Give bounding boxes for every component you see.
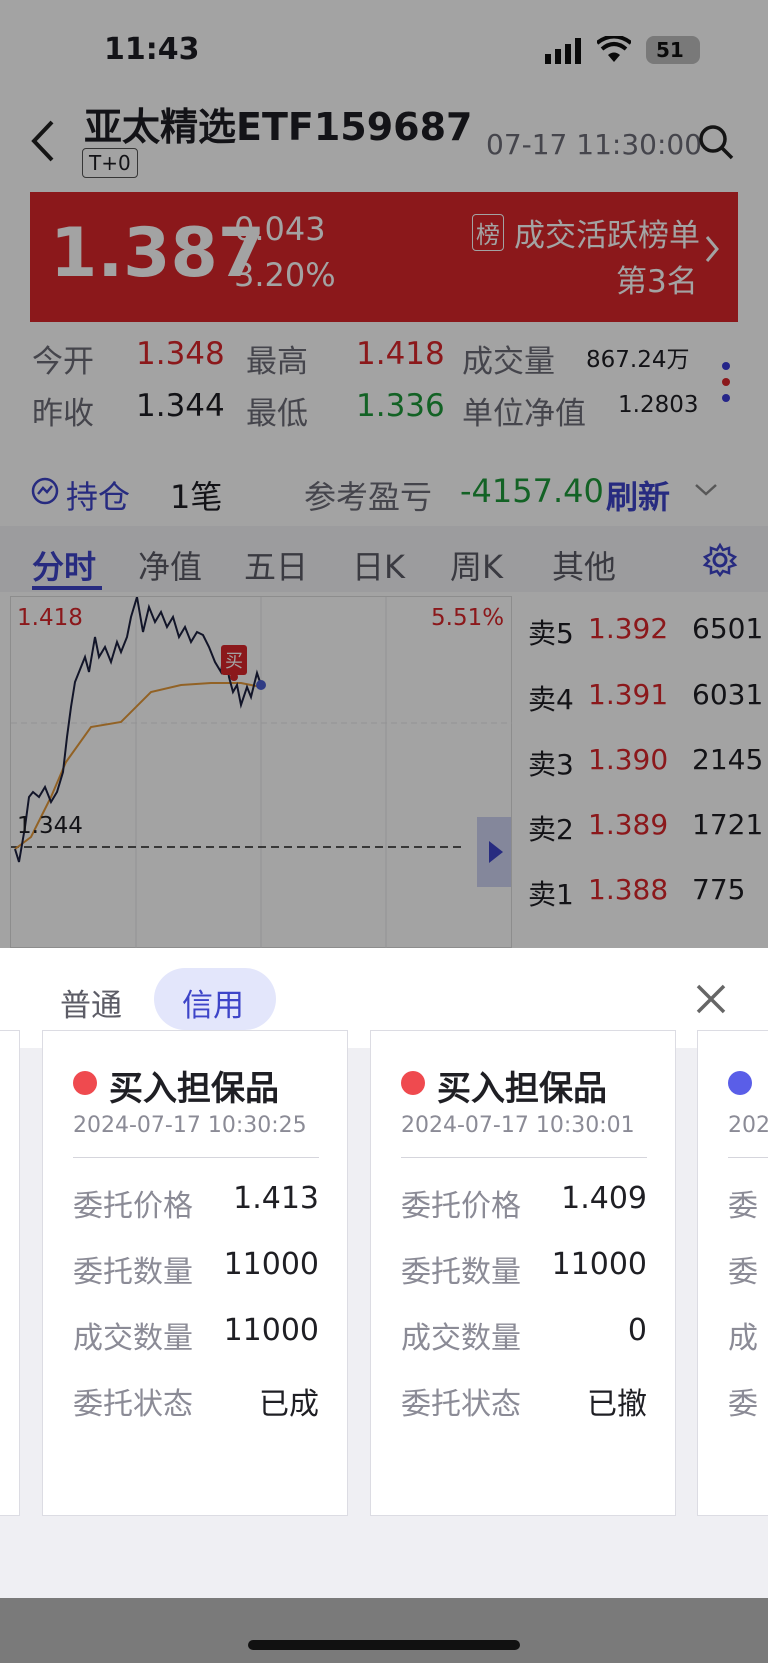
order-card-partial-left[interactable]: [0, 1030, 20, 1516]
status-dot: [73, 1071, 97, 1095]
status-dot: [401, 1071, 425, 1095]
order-card[interactable]: 买入担保品 2024-07-17 10:30:01 委托价格 1.409 委托数量…: [370, 1030, 676, 1516]
modal-backdrop[interactable]: [0, 0, 768, 948]
order-filled-label: 成交数量: [73, 1321, 193, 1356]
order-card[interactable]: 买入担保品 2024-07-17 10:30:25 委托价格 1.413 委托数量…: [42, 1030, 348, 1516]
order-price-label: 委托价格: [73, 1189, 193, 1224]
order-qty-row: 委托数量 11000: [73, 1247, 319, 1291]
order-card-partial-right[interactable]: 202 委 委 成 委: [697, 1030, 768, 1516]
order-qty-row: 委托数量 11000: [401, 1247, 647, 1291]
order-price-row: 委托价格 1.409: [401, 1181, 647, 1225]
order-time-fragment: 202: [728, 1113, 768, 1138]
label-fragment: 委: [728, 1387, 758, 1422]
bottom-backdrop: [0, 1598, 768, 1663]
order-filled: 0: [627, 1313, 647, 1348]
order-qty: 11000: [551, 1247, 647, 1282]
order-price-row: 委托价格 1.413: [73, 1181, 319, 1225]
tab-normal[interactable]: 普通: [60, 980, 122, 1025]
orders-sheet: 普通 信用 买入担保品 2024-07-17 10:30:25 委托价格 1.41…: [0, 948, 768, 1598]
order-filled: 11000: [223, 1313, 319, 1348]
order-price: 1.409: [561, 1181, 647, 1216]
order-filled-row: 成交数量 0: [401, 1313, 647, 1357]
order-status: 已撤: [587, 1387, 647, 1422]
label-fragment: 委: [728, 1255, 758, 1290]
order-price-label: 委托价格: [401, 1189, 521, 1224]
order-qty-label: 委托数量: [73, 1255, 193, 1290]
status-dot: [728, 1071, 752, 1095]
order-qty-label: 委托数量: [401, 1255, 521, 1290]
close-icon[interactable]: [694, 982, 728, 1020]
order-title: 买入担保品: [109, 1069, 279, 1109]
order-price: 1.413: [233, 1181, 319, 1216]
card-divider: [73, 1157, 319, 1158]
order-status: 已成: [259, 1387, 319, 1422]
tab-credit[interactable]: 信用: [154, 968, 276, 1030]
label-fragment: 成: [728, 1321, 758, 1356]
card-divider: [728, 1157, 768, 1158]
order-time: 2024-07-17 10:30:01: [401, 1113, 635, 1138]
order-status-row: 委托状态 已成: [73, 1379, 319, 1423]
home-indicator[interactable]: [248, 1640, 520, 1650]
card-divider: [401, 1157, 647, 1158]
order-status-label: 委托状态: [401, 1387, 521, 1422]
label-fragment: 委: [728, 1189, 758, 1224]
order-filled-label: 成交数量: [401, 1321, 521, 1356]
order-qty: 11000: [223, 1247, 319, 1282]
tab-credit-label: 信用: [182, 988, 244, 1024]
order-status-row: 委托状态 已撤: [401, 1379, 647, 1423]
order-filled-row: 成交数量 11000: [73, 1313, 319, 1357]
order-status-label: 委托状态: [73, 1387, 193, 1422]
order-title: 买入担保品: [437, 1069, 607, 1109]
order-time: 2024-07-17 10:30:25: [73, 1113, 307, 1138]
